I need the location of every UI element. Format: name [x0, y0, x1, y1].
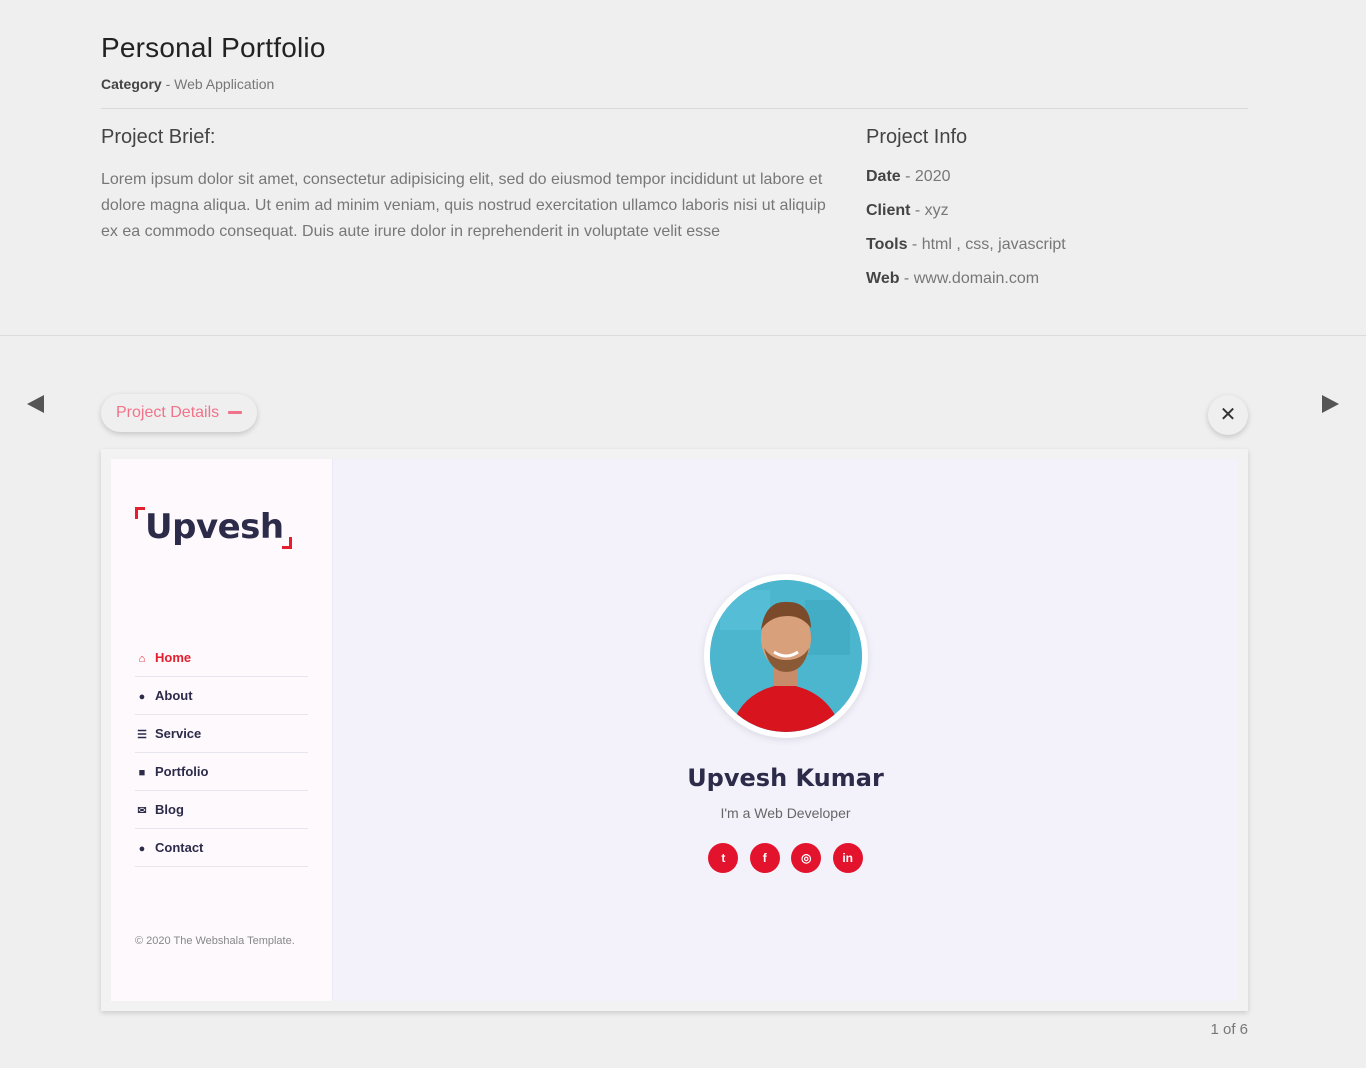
list-icon: ☰ [137, 729, 147, 741]
info-value: - 2020 [900, 168, 951, 185]
nav-item-service: ☰ Service [135, 715, 308, 753]
nav-label: About [155, 688, 193, 703]
preview-hero: Upvesh Kumar I'm a Web Developer t f ◎ i… [333, 459, 1238, 1001]
nav-item-home: ⌂ Home [135, 639, 308, 677]
category-separator: - [161, 76, 175, 92]
preview-logo: Upvesh [135, 507, 292, 549]
info-heading: Project Info [866, 126, 968, 148]
info-label: Web [866, 270, 900, 287]
project-details-label: Project Details [116, 404, 220, 421]
info-item-tools: Tools - html , css, javascript [866, 235, 1248, 269]
profile-photo [710, 580, 862, 732]
section-divider [0, 335, 1366, 336]
nav-label: Contact [155, 840, 204, 855]
info-item-client: Client - xyz [866, 201, 1248, 235]
info-item-web: Web - www.domain.com [866, 269, 1248, 303]
next-arrow-icon[interactable] [1320, 394, 1340, 414]
nav-item-portfolio: ■ Portfolio [135, 753, 308, 791]
nav-item-contact: ● Contact [135, 829, 308, 867]
nav-label: Service [155, 726, 202, 741]
comments-icon: ● [138, 843, 146, 855]
image-counter: 1 of 6 [1210, 1021, 1248, 1038]
info-label: Client [866, 202, 911, 219]
briefcase-icon: ■ [138, 767, 146, 779]
category-label: Category [101, 76, 162, 92]
close-button[interactable]: ✕ [1208, 395, 1248, 435]
previous-arrow-icon[interactable] [26, 394, 46, 414]
project-info: Project Info Date - 2020 Client - xyz To… [866, 126, 1248, 303]
brief-heading: Project Brief: [101, 126, 216, 148]
info-value: - html , css, javascript [907, 236, 1066, 253]
page-title: Personal Portfolio [101, 32, 326, 63]
project-brief: Project Brief: Lorem ipsum dolor sit ame… [101, 126, 836, 245]
preview-nav: ⌂ Home ● About ☰ Service ■ Portfolio ✉ Blog ●… [135, 639, 308, 867]
info-item-date: Date - 2020 [866, 167, 1248, 201]
twitter-icon: t [708, 843, 739, 873]
nav-label: Portfolio [155, 764, 209, 779]
info-label: Tools [866, 236, 908, 253]
logo-bracket [135, 507, 145, 519]
info-label: Date [866, 168, 901, 185]
user-icon: ● [138, 691, 146, 703]
project-header: Personal Portfolio Category - Web Applic… [101, 32, 1248, 92]
brief-text: Lorem ipsum dolor sit amet, consectetur … [101, 171, 826, 240]
divider [101, 108, 1248, 109]
logo-text: Upvesh [145, 507, 284, 547]
nav-item-about: ● About [135, 677, 308, 715]
profile-role: I'm a Web Developer [720, 805, 851, 821]
linkedin-icon: in [832, 843, 863, 873]
envelope-icon: ✉ [137, 805, 147, 817]
info-list: Date - 2020 Client - xyz Tools - html , … [866, 167, 1248, 303]
category-value: Web Application [174, 76, 275, 92]
preview-sidebar: Upvesh ⌂ Home ● About ☰ Service ■ Portfolio … [111, 459, 333, 1001]
nav-item-blog: ✉ Blog [135, 791, 308, 829]
info-value: - www.domain.com [899, 270, 1040, 287]
profile-name: Upvesh Kumar [687, 764, 884, 792]
info-value: - xyz [910, 202, 949, 219]
project-details-button[interactable]: Project Details [101, 394, 257, 432]
minus-icon [227, 411, 242, 415]
preview-image: Upvesh ⌂ Home ● About ☰ Service ■ Portfolio … [111, 459, 1238, 1001]
home-icon: ⌂ [138, 653, 146, 665]
instagram-icon: ◎ [791, 843, 822, 873]
logo-bracket [281, 537, 292, 549]
nav-label: Blog [155, 802, 184, 817]
nav-label: Home [155, 650, 192, 665]
avatar [704, 574, 868, 738]
social-links: t f ◎ in [333, 843, 1238, 873]
project-category: Category - Web Application [101, 76, 1248, 92]
preview-copyright: © 2020 The Webshala Template. [135, 935, 295, 947]
facebook-icon: f [749, 843, 780, 873]
